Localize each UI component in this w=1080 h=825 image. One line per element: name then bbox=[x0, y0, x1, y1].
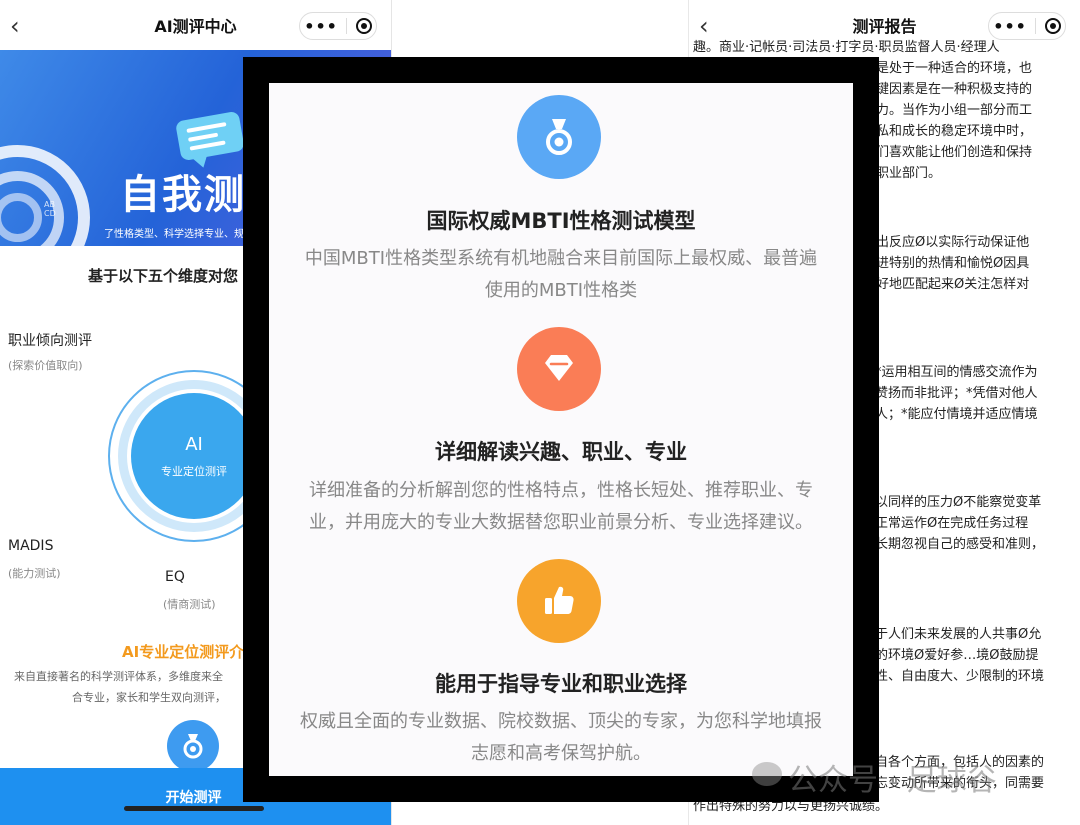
feature-title: 详细解读兴趣、职业、专业 bbox=[435, 440, 687, 464]
report-line: 他们喜欢能让他们创造和保持 bbox=[863, 145, 1033, 160]
back-chevron-icon[interactable]: ‹ bbox=[10, 12, 20, 40]
report-line: 设进特别的热情和愉悦Ø因具 bbox=[863, 256, 1030, 271]
thumbs-up-icon bbox=[517, 559, 601, 643]
intro-title: AI专业定位测评介 bbox=[122, 643, 245, 661]
more-dots-icon[interactable]: ••• bbox=[993, 17, 1027, 36]
dimension-label[interactable]: EQ bbox=[165, 569, 185, 585]
report-line: 长期忽视自己的感受和准则， bbox=[875, 537, 1045, 552]
capsule-divider bbox=[1035, 18, 1037, 34]
capsule-divider bbox=[346, 18, 348, 34]
dimension-sub: (能力测试) bbox=[8, 567, 61, 580]
back-chevron-icon[interactable]: ‹ bbox=[699, 12, 709, 40]
dimension-label[interactable]: MADIS bbox=[8, 538, 53, 554]
circle-subtitle: 专业定位测评 bbox=[161, 464, 227, 478]
feature-modal: 国际权威MBTI性格测试模型 中国MBTI性格类型系统有机地融合来目前国际上最权… bbox=[269, 83, 853, 776]
mini-program-capsule: ••• bbox=[299, 12, 377, 40]
dimension-label[interactable]: 职业倾向测评 bbox=[8, 330, 92, 350]
left-nav-bar: ‹ AI测评中心 ••• bbox=[0, 0, 391, 50]
close-target-icon[interactable] bbox=[1044, 18, 1061, 34]
dimensions-heading: 基于以下五个维度对您 bbox=[88, 267, 239, 285]
report-line: 能力。当作为小组一部分而工 bbox=[863, 103, 1033, 118]
report-line: 关键因素是在一种积极支持的 bbox=[863, 82, 1033, 97]
feature-desc: 权威且全面的专业数据、院校数据、顶尖的专家，为您科学地填报 bbox=[300, 711, 822, 732]
feature-desc: 中国MBTI性格类型系统有机地融合来目前国际上最权威、最普遍 bbox=[304, 248, 818, 269]
rings-decoration-icon bbox=[0, 145, 90, 246]
feature-desc: 使用的MBTI性格类 bbox=[484, 280, 638, 301]
circle-title: AI bbox=[185, 433, 203, 455]
medal-icon bbox=[167, 720, 219, 772]
mini-program-capsule: ••• bbox=[988, 12, 1066, 40]
chat-bubble-icon bbox=[175, 110, 245, 162]
report-line: 果是处于一种适合的环境，也 bbox=[863, 61, 1033, 76]
report-line: 赞扬而非批评；*凭借对他人 bbox=[875, 386, 1038, 401]
report-line: 很好地匹配起来Ø关注怎样对 bbox=[863, 277, 1030, 292]
watermark-text: 公众号 · 足球谷 bbox=[788, 763, 997, 798]
report-line: 人；*能应付情境并适应情境 bbox=[875, 407, 1038, 422]
medal-icon bbox=[517, 95, 601, 179]
report-line: 以同样的压力Ø不能察觉变革 bbox=[875, 495, 1042, 510]
intro-line: 合专业，家长和学生双向测评， bbox=[72, 691, 226, 704]
more-dots-icon[interactable]: ••• bbox=[304, 17, 338, 36]
dimension-sub: (探索价值取向) bbox=[8, 359, 83, 372]
report-line: *运用相互间的情感交流作为 bbox=[875, 365, 1038, 380]
report-line: 隐私和成长的稳定环境中时， bbox=[863, 124, 1033, 139]
dimension-sub: (情商测试) bbox=[163, 598, 216, 611]
left-page-title: AI测评中心 bbox=[154, 17, 237, 36]
intro-line: 来自直接著名的科学测评体系，多维度来全 bbox=[14, 670, 223, 683]
ai-positioning-circle[interactable]: AI 专业定位测评 bbox=[131, 393, 257, 519]
home-indicator bbox=[124, 806, 264, 811]
diamond-icon bbox=[517, 327, 601, 411]
banner-letters: ABCD bbox=[44, 200, 56, 218]
report-line: 于人们未来发展的人共事Ø允 bbox=[875, 627, 1042, 642]
close-target-icon[interactable] bbox=[355, 18, 372, 34]
banner-subtitle: 了性格类型、科学选择专业、规 bbox=[104, 229, 244, 240]
report-line: 正常运作Ø在完成任务过程 bbox=[875, 516, 1029, 531]
report-line: 的环境Ø爱好参…境Ø鼓励提 bbox=[875, 648, 1039, 663]
feature-desc: 业，并用庞大的专业大数据替您职业前景分析、专业选择建议。 bbox=[309, 512, 813, 533]
right-page-title: 测评报告 bbox=[852, 17, 917, 36]
report-line: 做出反应Ø以实际行动保证他 bbox=[863, 235, 1030, 250]
report-line: 性、自由度大、少限制的环境 bbox=[875, 669, 1045, 684]
feature-title: 国际权威MBTI性格测试模型 bbox=[426, 209, 696, 233]
wechat-icon bbox=[752, 762, 782, 786]
feature-desc: 详细准备的分析解剖您的性格特点，性格长短处、推荐职业、专 bbox=[309, 480, 813, 501]
feature-title: 能用于指导专业和职业选择 bbox=[435, 672, 687, 696]
report-line: 趣。商业·记帐员·司法员·打字员·职员监督人员·经理人 bbox=[693, 40, 1000, 55]
